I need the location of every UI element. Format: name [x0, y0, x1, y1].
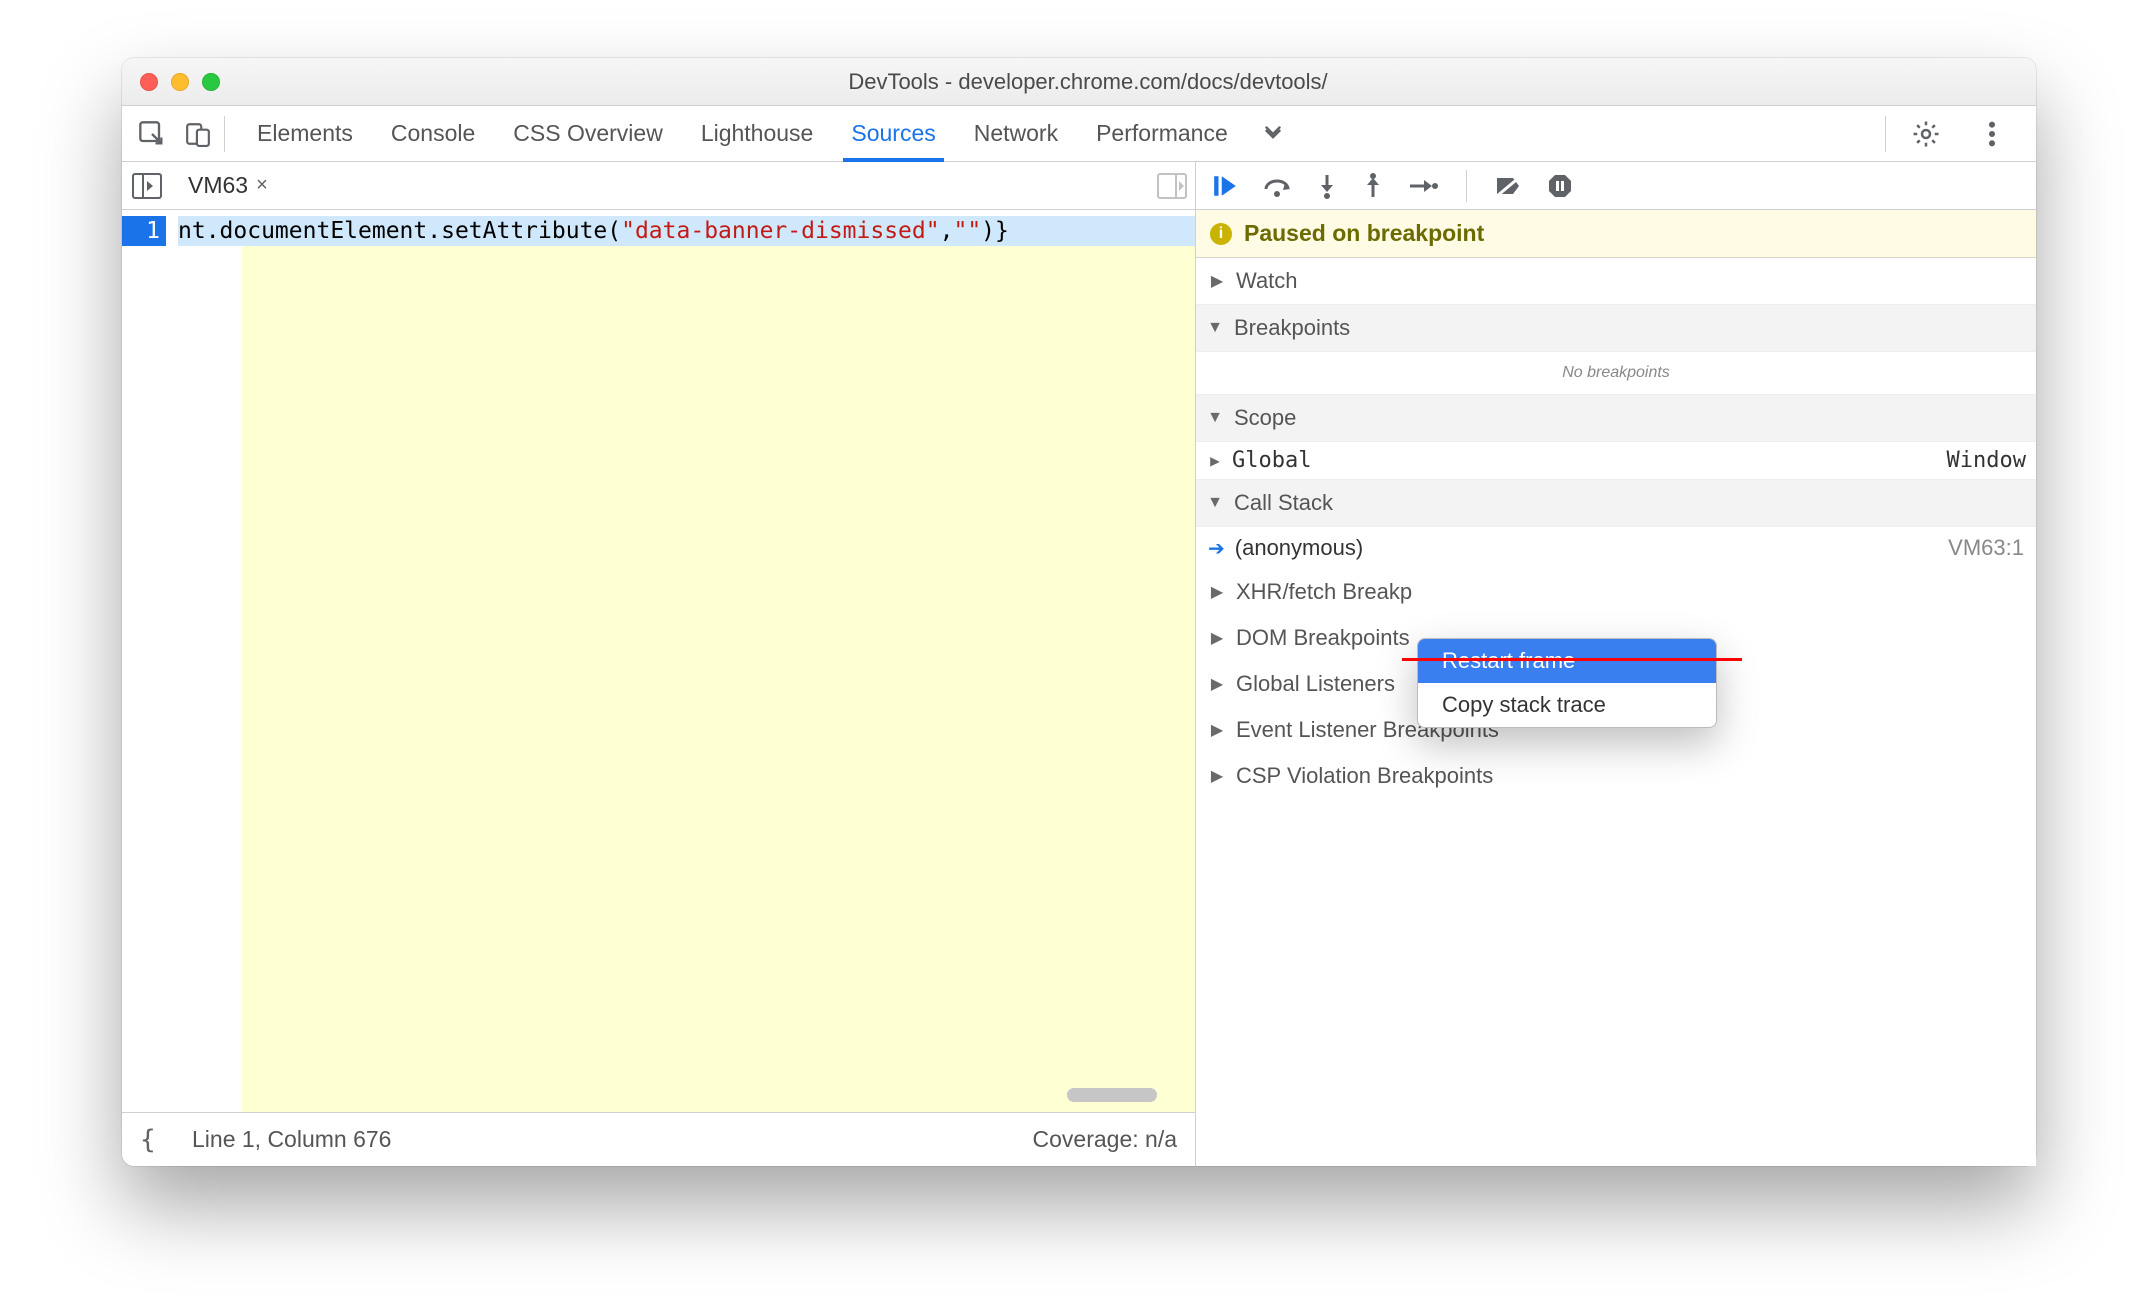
- chevron-right-icon: ▶: [1208, 582, 1226, 602]
- execution-highlight: [242, 246, 1195, 1112]
- deactivate-breakpoints-icon[interactable]: [1495, 174, 1523, 198]
- tab-elements[interactable]: Elements: [255, 106, 355, 161]
- editor-statusbar: { } Line 1, Column 676 Coverage: n/a: [122, 1112, 1195, 1166]
- run-snippet-icon[interactable]: [1157, 173, 1187, 199]
- sources-editor-pane: VM63 × 1 nt.documentElement.setAttribute…: [122, 162, 1196, 1166]
- more-tabs-icon[interactable]: [1260, 121, 1286, 147]
- device-toolbar-icon[interactable]: [178, 114, 218, 154]
- tab-network[interactable]: Network: [972, 106, 1060, 161]
- chevron-right-icon: ▶: [1208, 766, 1226, 786]
- menu-item-restart-frame[interactable]: Restart frame: [1418, 639, 1716, 683]
- section-csp-breakpoints[interactable]: ▶ CSP Violation Breakpoints: [1196, 753, 2036, 799]
- horizontal-scrollbar[interactable]: [1067, 1088, 1157, 1102]
- step-over-icon[interactable]: [1262, 173, 1292, 199]
- menu-item-copy-stack-trace[interactable]: Copy stack trace: [1418, 683, 1716, 727]
- chevron-down-icon: ▼: [1206, 409, 1224, 427]
- paused-banner: i Paused on breakpoint: [1196, 210, 2036, 258]
- code-editor[interactable]: 1 nt.documentElement.setAttribute("data-…: [122, 210, 1195, 1112]
- close-window-button[interactable]: [140, 73, 158, 91]
- chevron-down-icon: ▼: [1206, 319, 1224, 337]
- minimize-window-button[interactable]: [171, 73, 189, 91]
- callstack-context-menu: Restart frame Copy stack trace: [1417, 638, 1717, 728]
- inspect-element-icon[interactable]: [132, 114, 172, 154]
- chevron-right-icon: ▶: [1208, 674, 1226, 694]
- current-frame-arrow-icon: ➔: [1208, 536, 1225, 561]
- svg-text:{ }: { }: [140, 1126, 172, 1154]
- tab-performance[interactable]: Performance: [1094, 106, 1230, 161]
- step-into-icon[interactable]: [1316, 173, 1338, 199]
- file-tab-vm63[interactable]: VM63 ×: [182, 168, 274, 203]
- section-xhr-breakpoints[interactable]: ▶ XHR/fetch Breakp: [1196, 569, 2036, 615]
- annotation-red-strike: [1402, 658, 1742, 661]
- chevron-right-icon: ▶: [1208, 628, 1226, 648]
- chevron-right-icon: ▶: [1208, 271, 1226, 291]
- section-callstack[interactable]: ▼ Call Stack: [1196, 479, 2036, 527]
- no-breakpoints-label: No breakpoints: [1196, 352, 2036, 394]
- line-number: 1: [122, 216, 166, 246]
- section-scope[interactable]: ▼ Scope: [1196, 394, 2036, 442]
- pause-on-exceptions-icon[interactable]: [1547, 173, 1573, 199]
- tab-css-overview[interactable]: CSS Overview: [511, 106, 665, 161]
- code-line: nt.documentElement.setAttribute("data-ba…: [178, 216, 1195, 246]
- close-file-tab-icon[interactable]: ×: [256, 174, 268, 197]
- source-tabstrip: VM63 ×: [122, 162, 1195, 210]
- separator: [1885, 116, 1886, 152]
- callstack-frame[interactable]: ➔ (anonymous) VM63:1: [1196, 527, 2036, 569]
- section-breakpoints[interactable]: ▼ Breakpoints: [1196, 304, 2036, 352]
- panel-tabs: Elements Console CSS Overview Lighthouse…: [255, 106, 1230, 161]
- chevron-right-icon: ▶: [1208, 720, 1226, 740]
- chevron-right-icon: ▶: [1206, 451, 1224, 470]
- window-title: DevTools - developer.chrome.com/docs/dev…: [220, 69, 1956, 95]
- navigator-toggle-icon[interactable]: [130, 169, 164, 203]
- debugger-toolbar: [1196, 162, 2036, 210]
- maximize-window-button[interactable]: [202, 73, 220, 91]
- resume-icon[interactable]: [1212, 173, 1238, 199]
- scope-global-row[interactable]: ▶ Global Window: [1196, 442, 2036, 479]
- info-icon: i: [1210, 223, 1232, 245]
- section-watch[interactable]: ▶ Watch: [1196, 258, 2036, 304]
- line-gutter: 1: [122, 210, 172, 1112]
- tab-console[interactable]: Console: [389, 106, 477, 161]
- cursor-position: Line 1, Column 676: [192, 1126, 391, 1153]
- coverage-status: Coverage: n/a: [1033, 1126, 1177, 1153]
- settings-icon[interactable]: [1906, 114, 1946, 154]
- tab-lighthouse[interactable]: Lighthouse: [699, 106, 816, 161]
- devtools-window: DevTools - developer.chrome.com/docs/dev…: [122, 58, 2036, 1166]
- step-icon[interactable]: [1408, 174, 1438, 198]
- file-tab-label: VM63: [188, 172, 248, 199]
- devtools-toolbar: Elements Console CSS Overview Lighthouse…: [122, 106, 2036, 162]
- separator: [1466, 170, 1467, 202]
- window-controls: [140, 73, 220, 91]
- kebab-menu-icon[interactable]: [1972, 114, 2012, 154]
- chevron-down-icon: ▼: [1206, 494, 1224, 512]
- pretty-print-icon[interactable]: { }: [140, 1126, 172, 1154]
- titlebar: DevTools - developer.chrome.com/docs/dev…: [122, 58, 2036, 106]
- paused-label: Paused on breakpoint: [1244, 220, 1484, 247]
- separator: [224, 116, 225, 152]
- step-out-icon[interactable]: [1362, 173, 1384, 199]
- tab-sources[interactable]: Sources: [849, 106, 937, 161]
